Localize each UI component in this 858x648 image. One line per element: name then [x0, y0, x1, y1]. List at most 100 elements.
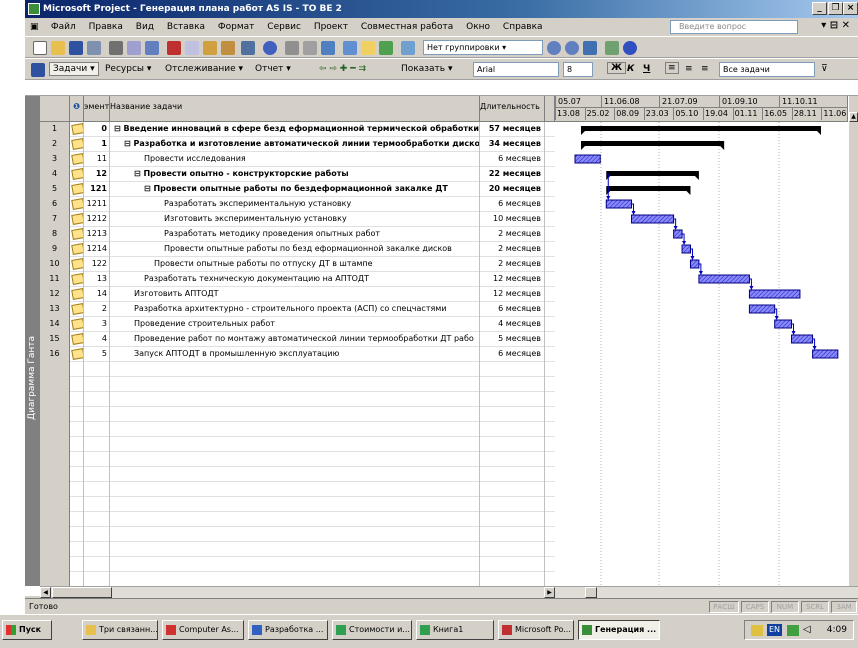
- restore-button[interactable]: ❐: [828, 2, 843, 15]
- copy-picture-icon[interactable]: [605, 41, 619, 55]
- table-row[interactable]: [40, 512, 555, 527]
- outline-arrows-icon[interactable]: ⇦ ⇨ ✚ ━ ⇉: [319, 64, 366, 74]
- table-hscrollbar[interactable]: ◀ ▶: [40, 586, 555, 598]
- scroll-up-icon[interactable]: ▲: [849, 112, 858, 122]
- table-row[interactable]: 4 12 ⊟ Провести опытно - конструкторские р…: [40, 167, 555, 182]
- preview-icon[interactable]: [127, 41, 141, 55]
- align-center-icon[interactable]: ≡: [685, 64, 693, 74]
- close-button[interactable]: ×: [843, 2, 858, 15]
- menu-format[interactable]: Формат: [213, 18, 260, 36]
- task-bar[interactable]: [791, 334, 814, 344]
- taskbar-button-1[interactable]: Три связанн...: [82, 620, 158, 640]
- summary-bar-end[interactable]: [686, 191, 691, 195]
- tasks-button[interactable]: Задачи ▾: [49, 62, 99, 76]
- view-bar[interactable]: Диаграмма Ганта: [25, 96, 40, 586]
- volume-icon[interactable]: ◁: [803, 621, 811, 639]
- table-row[interactable]: 16 5 Запуск АПТОДТ в промышленную эксплуат…: [40, 347, 555, 362]
- unlink-tasks-icon[interactable]: [303, 41, 317, 55]
- dependency-arrow[interactable]: [774, 316, 779, 320]
- taskbar-button-2[interactable]: Computer As...: [162, 620, 244, 640]
- table-row[interactable]: 7 1212 Изготовить экспериментальную устано…: [40, 212, 555, 227]
- table-row[interactable]: 14 3 Проведение строительных работ 4 месяце…: [40, 317, 555, 332]
- table-row[interactable]: 15 4 Проведение работ по монтажу автоматич…: [40, 332, 555, 347]
- table-row[interactable]: [40, 557, 555, 572]
- entry-bar[interactable]: [25, 80, 858, 96]
- tracking-button[interactable]: Отслеживание ▾: [165, 64, 243, 74]
- dependency-arrow[interactable]: [682, 241, 687, 245]
- ask-question-input[interactable]: Введите вопрос: [670, 20, 798, 34]
- minimize-button[interactable]: _: [812, 2, 827, 15]
- tray-icon[interactable]: [751, 625, 763, 636]
- goto-task-icon[interactable]: [583, 41, 597, 55]
- dependency-arrow[interactable]: [690, 256, 695, 260]
- table-row[interactable]: 5 121 ⊟ Провести опытные работы по бездефо…: [40, 182, 555, 197]
- resources-button[interactable]: Ресурсы ▾: [105, 64, 151, 74]
- task-info-icon[interactable]: [343, 41, 357, 55]
- task-bar[interactable]: [748, 304, 776, 314]
- splitter[interactable]: [545, 96, 555, 122]
- doc-window-controls[interactable]: ▾ ⊟ ✕: [821, 20, 850, 31]
- task-bar[interactable]: [698, 274, 750, 284]
- table-row[interactable]: 1 0 ⊟ Введение инноваций в сфере безд ефор…: [40, 122, 555, 137]
- taskbar-button-5[interactable]: Книга1: [416, 620, 494, 640]
- info-column-icon[interactable]: ❶: [70, 96, 84, 122]
- publish-icon[interactable]: [401, 41, 415, 55]
- chart-scroll-thumb[interactable]: [585, 587, 597, 598]
- underline-button[interactable]: Ч: [643, 64, 650, 74]
- dependency-arrow[interactable]: [673, 226, 678, 230]
- align-right-icon[interactable]: ≡: [701, 64, 709, 74]
- table-row[interactable]: 11 13 Разработать техническую документацию…: [40, 272, 555, 287]
- duration-column-header[interactable]: Длительность: [480, 96, 545, 122]
- task-bar[interactable]: [689, 259, 700, 269]
- task-bar[interactable]: [748, 289, 801, 299]
- dependency-arrow[interactable]: [791, 331, 796, 335]
- table-row[interactable]: [40, 542, 555, 557]
- summary-bar[interactable]: [581, 126, 821, 131]
- summary-bar-start[interactable]: [581, 146, 585, 150]
- vertical-scrollbar[interactable]: ▲: [848, 96, 858, 586]
- show-button[interactable]: Показать ▾: [401, 64, 452, 74]
- spelling-icon[interactable]: [145, 41, 159, 55]
- grouping-select[interactable]: Нет группировки ▾: [423, 40, 543, 55]
- taskbar-button-3[interactable]: Разработка ...: [248, 620, 328, 640]
- dependency-arrow[interactable]: [749, 286, 754, 290]
- table-row[interactable]: 3 11 Провести исследования 6 месяцев: [40, 152, 555, 167]
- menu-view[interactable]: Вид: [131, 18, 159, 36]
- start-button[interactable]: Пуск: [2, 620, 52, 640]
- zoom-out-icon[interactable]: [565, 41, 579, 55]
- table-row[interactable]: [40, 527, 555, 542]
- table-row[interactable]: 8 1213 Разработать методику проведения опы…: [40, 227, 555, 242]
- chart-hscrollbar[interactable]: [555, 586, 858, 598]
- table-row[interactable]: [40, 572, 555, 587]
- format-painter-icon[interactable]: [221, 41, 235, 55]
- font-name-select[interactable]: Arial: [473, 62, 559, 77]
- table-row[interactable]: 2 1 ⊟ Разработка и изготовление автоматиче…: [40, 137, 555, 152]
- table-row[interactable]: 10 122 Провести опытные работы по отпуску …: [40, 257, 555, 272]
- table-row[interactable]: 6 1211 Разработать экспериментальную устан…: [40, 197, 555, 212]
- save-icon[interactable]: [69, 41, 83, 55]
- cut-icon[interactable]: [167, 41, 181, 55]
- menu-tools[interactable]: Сервис: [262, 18, 306, 36]
- doc-icon[interactable]: ▣: [25, 18, 43, 36]
- task-bar[interactable]: [574, 154, 601, 164]
- filter-select[interactable]: Все задачи: [719, 62, 815, 77]
- wbs-column-header[interactable]: эмент: [84, 96, 110, 122]
- name-column-header[interactable]: Название задачи: [110, 96, 480, 122]
- menu-insert[interactable]: Вставка: [162, 18, 210, 36]
- menu-file[interactable]: Файл: [46, 18, 81, 36]
- bold-button[interactable]: Ж: [607, 62, 627, 74]
- table-row[interactable]: [40, 362, 555, 377]
- table-row[interactable]: [40, 392, 555, 407]
- project-guide-icon[interactable]: [31, 63, 45, 77]
- menu-edit[interactable]: Правка: [84, 18, 128, 36]
- table-row[interactable]: [40, 422, 555, 437]
- network-icon[interactable]: [787, 625, 799, 636]
- align-left-icon[interactable]: ≡: [665, 62, 679, 74]
- hyperlink-icon[interactable]: [263, 41, 277, 55]
- scroll-left-icon[interactable]: ◀: [40, 587, 51, 598]
- italic-button[interactable]: К: [627, 64, 634, 74]
- task-bar[interactable]: [681, 244, 691, 254]
- new-icon[interactable]: [33, 41, 47, 55]
- copy-icon[interactable]: [185, 41, 199, 55]
- paste-icon[interactable]: [203, 41, 217, 55]
